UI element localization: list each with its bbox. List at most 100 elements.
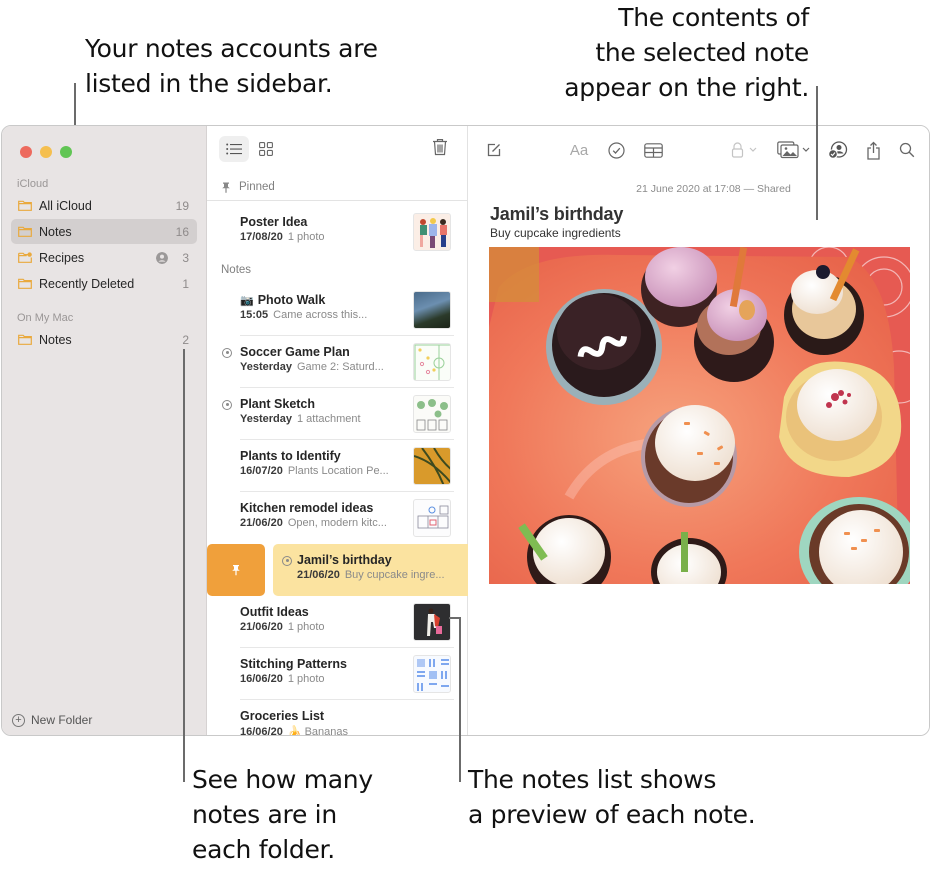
note-title: Groceries List <box>240 709 325 723</box>
minimize-button[interactable] <box>40 146 52 158</box>
note-item-kitchen-remodel[interactable]: Kitchen remodel ideas 21/06/20 Open, mode… <box>207 492 468 544</box>
note-meta: Yesterday Game 2: Saturd... <box>240 361 384 373</box>
share-icon <box>866 141 880 160</box>
callout-line: a preview of each note. <box>468 800 756 829</box>
pinned-label: Pinned <box>239 181 275 193</box>
gallery-view-button[interactable] <box>251 136 281 162</box>
note-date: 17/08/20 <box>240 231 283 243</box>
note-title: Plants to Identify <box>240 449 341 463</box>
pin-icon <box>222 182 230 193</box>
new-note-button[interactable] <box>485 140 503 160</box>
note-date: 16/07/20 <box>240 465 283 477</box>
collaborate-button[interactable] <box>827 140 849 160</box>
note-preview: 🍌 Bananas <box>287 726 349 736</box>
pin-note-button[interactable] <box>207 544 265 596</box>
sidebar: iCloud All iCloud 19 Notes 16 Recipes 3 … <box>2 126 207 735</box>
note-editor: Aa 21 June 2020 at 17:08 — Shared Jamil’… <box>468 126 929 735</box>
note-item-plants-to-identify[interactable]: Plants to Identify 16/07/20 Plants Locati… <box>207 440 468 492</box>
note-preview: Open, modern kitc... <box>287 517 387 529</box>
table-icon <box>643 142 663 158</box>
callout-line: each folder. <box>192 835 335 864</box>
note-date: 21/06/20 <box>240 621 283 633</box>
folder-count: 19 <box>175 198 189 213</box>
window-controls <box>20 146 72 158</box>
close-button[interactable] <box>20 146 32 158</box>
note-preview: Buy cupcake ingre... <box>344 569 445 581</box>
note-item-photo-walk[interactable]: 📷 Photo Walk 15:05 Came across this... <box>207 284 468 336</box>
note-thumbnail <box>413 291 451 329</box>
callout-line: the selected note <box>595 38 809 67</box>
note-preview: 1 photo <box>287 621 325 633</box>
folder-name: Notes <box>39 224 72 239</box>
note-meta: Yesterday 1 attachment <box>240 413 361 425</box>
note-meta: 21/06/20 1 photo <box>240 621 325 633</box>
folder-count: 2 <box>182 332 189 347</box>
note-thumbnail <box>413 213 451 251</box>
notes-list: Pinned Poster Idea 17/08/20 1 photo Notes… <box>207 126 468 735</box>
search-icon <box>899 142 915 158</box>
sidebar-item-mac-notes[interactable]: Notes 2 <box>11 327 197 352</box>
list-view-button[interactable] <box>219 136 249 162</box>
callout-line: See how many <box>192 765 373 794</box>
note-title-text: Photo Walk <box>257 293 326 307</box>
cupcake-raspberry <box>779 361 902 477</box>
media-button[interactable] <box>776 140 812 160</box>
note-heading: Jamil’s birthday <box>490 204 624 224</box>
note-item-jamils-birthday[interactable]: Jamil’s birthday 21/06/20 Buy cupcake ing… <box>273 544 468 596</box>
folder-name: Recipes <box>39 250 85 265</box>
note-title: Outfit Ideas <box>240 605 309 619</box>
note-meta: 21/06/20 Buy cupcake ingre... <box>297 569 445 581</box>
divider <box>207 200 467 201</box>
note-item-groceries-list[interactable]: Groceries List 16/06/20 🍌 Bananas <box>207 700 468 736</box>
folder-icon <box>18 226 32 237</box>
note-thumbnail <box>413 343 451 381</box>
note-date: Yesterday <box>240 413 292 425</box>
collaborate-icon <box>828 141 848 159</box>
note-preview: 1 photo <box>287 673 325 685</box>
note-title: 📷 Photo Walk <box>240 293 325 307</box>
note-item-stitching-patterns[interactable]: Stitching Patterns 16/06/20 1 photo <box>207 648 468 700</box>
leader-line <box>459 617 461 782</box>
format-icon: Aa <box>569 141 589 159</box>
leader-line <box>449 617 461 619</box>
note-title: Plant Sketch <box>240 397 316 411</box>
new-folder-button[interactable]: + New Folder <box>12 713 92 727</box>
sidebar-item-all-icloud[interactable]: All iCloud 19 <box>11 193 197 218</box>
lock-button[interactable] <box>730 140 760 160</box>
note-image[interactable] <box>489 247 910 584</box>
table-button[interactable] <box>642 140 664 160</box>
note-meta: 21/06/20 Open, modern kitc... <box>240 517 387 529</box>
sidebar-item-recently-deleted[interactable]: Recently Deleted 1 <box>11 271 197 296</box>
format-button[interactable]: Aa <box>568 140 590 160</box>
trash-icon <box>433 139 447 156</box>
pinned-header: Pinned <box>221 181 275 193</box>
checklist-button[interactable] <box>606 140 626 160</box>
camera-icon: 📷 <box>240 295 254 307</box>
note-title: Stitching Patterns <box>240 657 347 671</box>
note-item-poster-idea[interactable]: Poster Idea 17/08/20 1 photo <box>207 206 468 258</box>
note-date: 21/06/20 <box>240 517 283 529</box>
note-item-plant-sketch[interactable]: Plant Sketch Yesterday 1 attachment <box>207 388 468 440</box>
note-item-soccer-game-plan[interactable]: Soccer Game Plan Yesterday Game 2: Saturd… <box>207 336 468 388</box>
shared-folder-icon <box>18 252 32 263</box>
delete-button[interactable] <box>432 138 452 160</box>
share-button[interactable] <box>864 140 882 160</box>
leader-line <box>183 349 185 782</box>
folder-count: 1 <box>182 276 189 291</box>
zoom-button[interactable] <box>60 146 72 158</box>
note-preview: Game 2: Saturd... <box>296 361 384 373</box>
notes-header: Notes <box>221 264 251 276</box>
callout-line: notes are in <box>192 800 337 829</box>
note-date: 16/06/20 <box>240 726 283 736</box>
notes-label: Notes <box>221 264 252 276</box>
note-meta: 17/08/20 1 photo <box>240 231 325 243</box>
note-date: Yesterday <box>240 361 292 373</box>
note-item-outfit-ideas[interactable]: Outfit Ideas 21/06/20 1 photo <box>207 596 468 648</box>
photo-icon <box>777 141 810 159</box>
callout-counts: See how many notes are in each folder. <box>192 762 373 867</box>
sidebar-item-recipes[interactable]: Recipes 3 <box>11 245 197 270</box>
plus-circle-icon: + <box>12 713 25 727</box>
search-button[interactable] <box>898 140 916 160</box>
folder-icon <box>18 200 32 211</box>
sidebar-item-notes[interactable]: Notes 16 <box>11 219 197 244</box>
